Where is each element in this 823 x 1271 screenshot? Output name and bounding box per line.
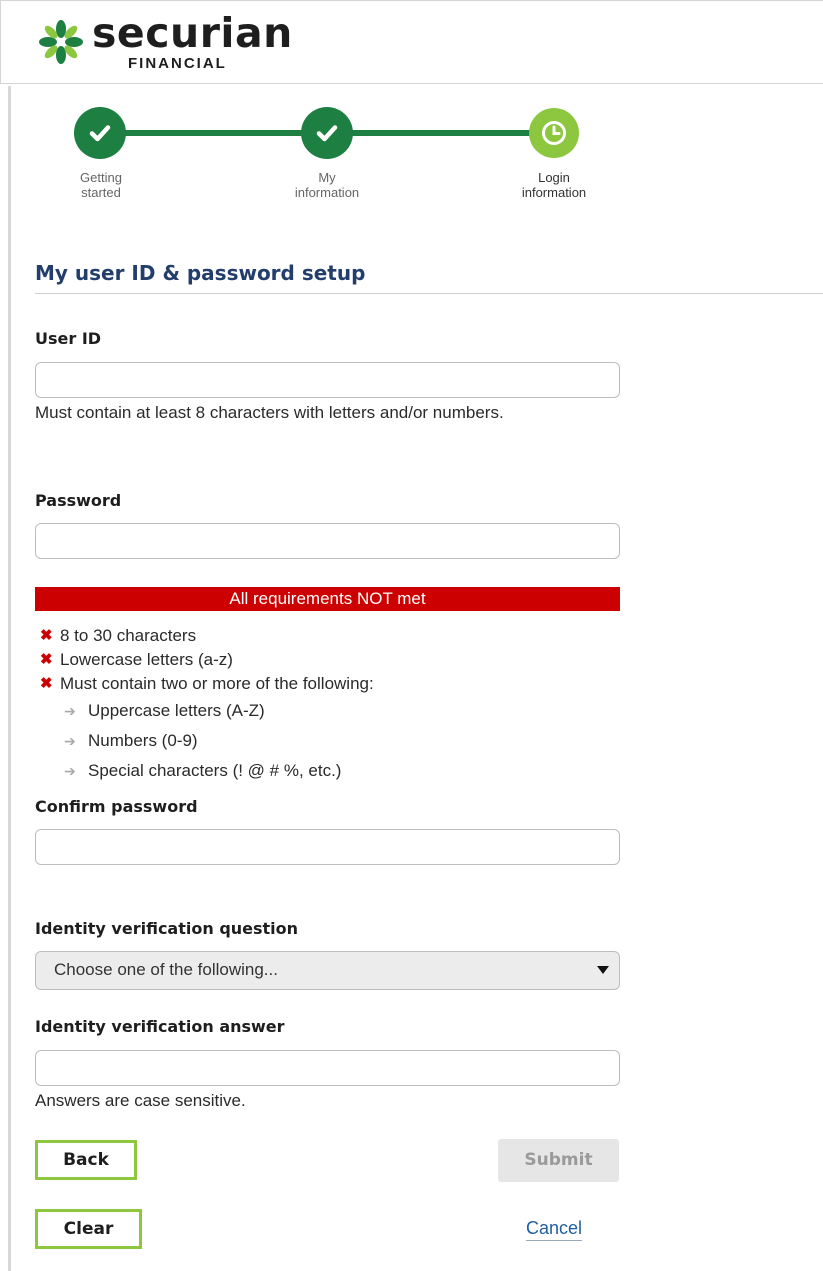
security-question-label: Identity verification question	[35, 919, 299, 938]
user-id-help: Must contain at least 8 characters with …	[35, 403, 504, 422]
caret-down-icon	[597, 966, 609, 974]
check-icon	[89, 125, 111, 142]
x-mark-icon: ✖	[40, 675, 53, 692]
user-id-label: User ID	[35, 329, 102, 348]
requirement-text: Must contain two or more of the followin…	[60, 674, 374, 693]
password-status-banner: All requirements NOT met	[35, 587, 620, 611]
step-1-label-line2: started	[81, 185, 121, 200]
clock-icon	[542, 121, 566, 145]
step-3-label-line1: Login	[538, 170, 570, 185]
progress-stepper: Getting started My information Login inf…	[0, 100, 823, 210]
submit-button[interactable]: Submit	[498, 1139, 619, 1182]
step-3-indicator	[529, 108, 579, 158]
step-1-label: Getting started	[46, 170, 156, 200]
requirement-item: ✖ Lowercase letters (a-z)	[40, 648, 600, 672]
step-1-label-line1: Getting	[80, 170, 122, 185]
step-2-label: My information	[272, 170, 382, 200]
requirement-item: ✖ Must contain two or more of the follow…	[40, 672, 600, 696]
arrow-right-icon: ➔	[64, 703, 76, 719]
sub-requirement-item: ➔ Special characters (! @ # %, etc.)	[40, 756, 600, 786]
back-button[interactable]: Back	[35, 1140, 137, 1180]
step-connector-2	[328, 130, 554, 136]
sub-requirement-text: Uppercase letters (A-Z)	[88, 701, 265, 720]
title-divider	[35, 293, 823, 294]
page-title: My user ID & password setup	[35, 261, 366, 285]
step-2-indicator	[301, 107, 353, 159]
sub-requirement-item: ➔ Uppercase letters (A-Z)	[40, 696, 600, 726]
step-3-label: Login information	[499, 170, 609, 200]
site-header: securian FINANCIAL	[0, 0, 823, 84]
securian-logo-mark-icon	[39, 20, 83, 64]
requirement-item: ✖ 8 to 30 characters	[40, 624, 600, 648]
confirm-password-label: Confirm password	[35, 797, 198, 816]
step-2-label-line2: information	[294, 185, 360, 200]
security-answer-input[interactable]	[35, 1050, 620, 1086]
securian-logo[interactable]: securian FINANCIAL	[34, 9, 292, 75]
step-2-label-line1: My	[318, 170, 336, 185]
password-label: Password	[35, 491, 122, 510]
step-3-label-line2: information	[521, 185, 587, 200]
cancel-link[interactable]: Cancel	[526, 1216, 583, 1241]
security-answer-label: Identity verification answer	[35, 1017, 285, 1036]
x-mark-icon: ✖	[40, 651, 53, 668]
logo-wordmark: securian	[92, 9, 293, 57]
step-1-indicator	[74, 107, 126, 159]
password-requirements-list: ✖ 8 to 30 characters ✖ Lowercase letters…	[40, 624, 600, 786]
logo-subtitle: FINANCIAL	[128, 55, 227, 72]
check-icon	[316, 125, 338, 142]
arrow-right-icon: ➔	[64, 733, 76, 749]
requirement-text: 8 to 30 characters	[60, 626, 197, 645]
security-question-selected: Choose one of the following...	[54, 960, 278, 979]
user-id-input[interactable]	[35, 362, 620, 398]
clear-button[interactable]: Clear	[35, 1209, 142, 1249]
requirement-text: Lowercase letters (a-z)	[60, 650, 233, 669]
left-divider	[8, 86, 11, 1271]
security-question-select[interactable]: Choose one of the following...	[35, 951, 620, 990]
x-mark-icon: ✖	[40, 627, 53, 644]
sub-requirement-text: Special characters (! @ # %, etc.)	[88, 761, 342, 780]
sub-requirement-text: Numbers (0-9)	[88, 731, 198, 750]
confirm-password-input[interactable]	[35, 829, 620, 865]
sub-requirement-item: ➔ Numbers (0-9)	[40, 726, 600, 756]
security-answer-help: Answers are case sensitive.	[35, 1091, 246, 1110]
step-connector-1	[100, 130, 328, 136]
password-input[interactable]	[35, 523, 620, 559]
arrow-right-icon: ➔	[64, 763, 76, 779]
